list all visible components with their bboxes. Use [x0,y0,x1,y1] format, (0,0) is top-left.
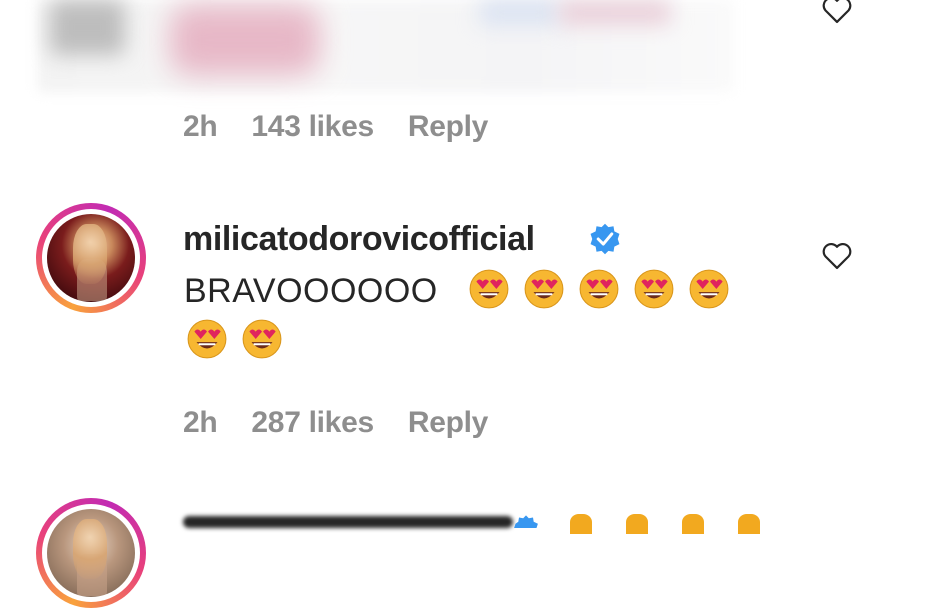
avatar[interactable] [36,498,146,608]
previous-comment-image-blurred [170,5,320,75]
like-count-button[interactable]: 287 likes [251,406,374,439]
heart-icon[interactable] [820,0,854,24]
verified-badge-icon [590,223,620,255]
heart-eyes-emoji-icon [524,269,564,309]
comment-time: 2h [183,406,218,439]
comment-username[interactable]: milicatodorovicofficial [183,220,535,259]
heart-eyes-emoji-icon [689,269,729,309]
comment-text: BRAVOOOOOO [184,272,438,310]
heart-eyes-emoji-icon [634,269,674,309]
comment-meta: 2h 287 likes Reply [183,406,522,440]
verified-badge-icon [514,515,538,528]
avatar[interactable] [36,203,146,313]
next-comment-username-cutoff [183,516,513,528]
comment-time: 2h [183,110,218,143]
heart-icon[interactable] [820,240,854,270]
previous-comment-content-blurred [560,0,670,25]
emoji-row-cutoff [570,510,760,534]
previous-comment-content-blurred [480,0,560,25]
previous-comment-avatar-blurred [50,0,125,55]
reply-button[interactable]: Reply [408,110,489,143]
like-count-button[interactable]: 143 likes [251,110,374,143]
heart-eyes-emoji-icon [242,319,282,359]
emoji-row [468,268,738,316]
emoji-row [186,318,296,366]
previous-comment-meta: 2h 143 likes Reply [183,110,522,144]
heart-eyes-emoji-icon [187,319,227,359]
heart-eyes-emoji-icon [469,269,509,309]
heart-eyes-emoji-icon [579,269,619,309]
reply-button[interactable]: Reply [408,406,489,439]
